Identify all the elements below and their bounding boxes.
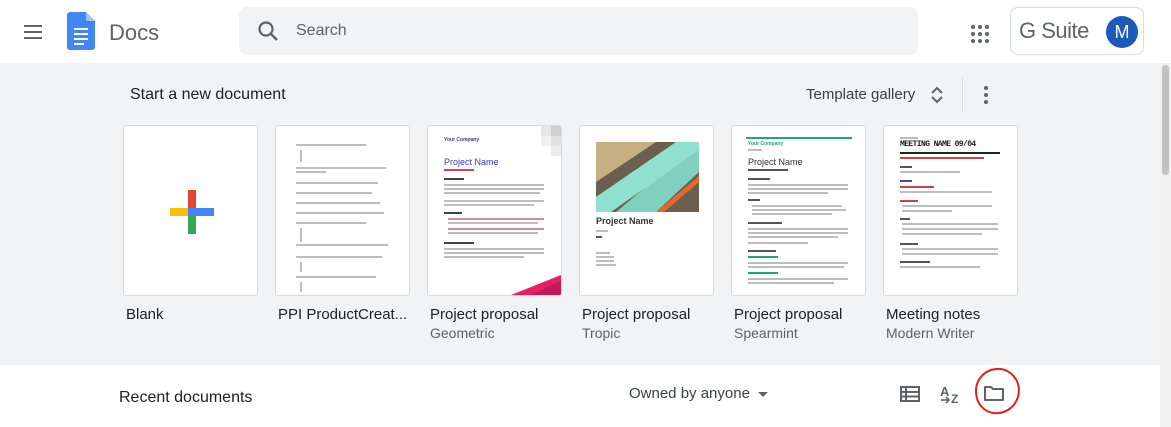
- caret-down-icon[interactable]: [758, 392, 768, 397]
- search-icon[interactable]: [256, 19, 280, 43]
- template-thumbnail[interactable]: Your Company Project Name: [731, 125, 866, 296]
- unfold-icon[interactable]: [928, 85, 946, 105]
- template-thumbnail[interactable]: MEETING NAME 09/04: [883, 125, 1018, 296]
- thumb-title: MEETING NAME 09/04: [900, 140, 976, 149]
- owner-filter-dropdown[interactable]: Owned by anyone: [629, 385, 750, 402]
- geometric-decoration: [541, 126, 561, 156]
- main-menu-button[interactable]: [13, 12, 53, 52]
- sort-az-icon[interactable]: A Z: [939, 382, 965, 406]
- google-apps-icon[interactable]: [962, 16, 994, 48]
- thumb-company: Your Company: [748, 141, 784, 147]
- section-title: Start a new document: [130, 86, 286, 103]
- thumb-title: Project Name: [444, 157, 499, 167]
- app-name[interactable]: Docs: [109, 20, 159, 46]
- docs-logo-icon[interactable]: [67, 12, 95, 50]
- template-subtitle: Geometric: [430, 325, 495, 341]
- template-name: PPI ProductCreat...: [278, 306, 408, 323]
- template-ppi-product[interactable]: PPI ProductCreat...: [275, 125, 411, 323]
- recent-documents-title: Recent documents: [119, 389, 253, 406]
- search-input[interactable]: [296, 13, 896, 49]
- template-thumbnail[interactable]: [123, 125, 258, 296]
- scrollbar[interactable]: [1160, 63, 1171, 427]
- divider: [962, 78, 963, 112]
- template-thumbnail[interactable]: Project Name: [579, 125, 714, 296]
- thumb-title: Project Name: [596, 216, 654, 226]
- template-thumbnail[interactable]: [275, 125, 410, 296]
- thumb-title: Project Name: [748, 157, 803, 167]
- geometric-footer: [511, 275, 561, 295]
- tropic-banner: [596, 142, 699, 212]
- more-options-icon[interactable]: [976, 84, 996, 106]
- plus-icon: [170, 190, 214, 234]
- template-project-proposal-geometric[interactable]: Your Company Project Name Project propos…: [427, 125, 563, 341]
- scrollbar-thumb[interactable]: [1162, 65, 1169, 175]
- avatar[interactable]: M: [1106, 16, 1138, 48]
- list-view-icon[interactable]: [898, 382, 922, 406]
- template-project-proposal-spearmint[interactable]: Your Company Project Name Project propos…: [731, 125, 867, 341]
- template-name: Blank: [126, 306, 164, 323]
- template-subtitle: Modern Writer: [886, 325, 975, 341]
- template-meeting-notes[interactable]: MEETING NAME 09/04 Meeting notes Modern …: [883, 125, 1019, 341]
- template-gallery-button[interactable]: Template gallery: [806, 86, 915, 103]
- annotation-circle: [972, 365, 1023, 417]
- svg-text:Z: Z: [951, 392, 958, 406]
- template-blank[interactable]: Blank: [123, 125, 259, 323]
- template-name: Meeting notes: [886, 306, 981, 323]
- template-project-proposal-tropic[interactable]: Project Name Project proposal Tropic: [579, 125, 715, 341]
- template-subtitle: Tropic: [582, 325, 621, 341]
- template-name: Project proposal: [582, 306, 691, 323]
- template-subtitle: Spearmint: [734, 325, 798, 341]
- template-name: Project proposal: [430, 306, 539, 323]
- thumb-company: Your Company: [444, 137, 480, 143]
- gsuite-logo: G Suite: [1019, 18, 1089, 43]
- template-thumbnail[interactable]: Your Company Project Name: [427, 125, 562, 296]
- template-name: Project proposal: [734, 306, 843, 323]
- svg-text:A: A: [940, 384, 950, 399]
